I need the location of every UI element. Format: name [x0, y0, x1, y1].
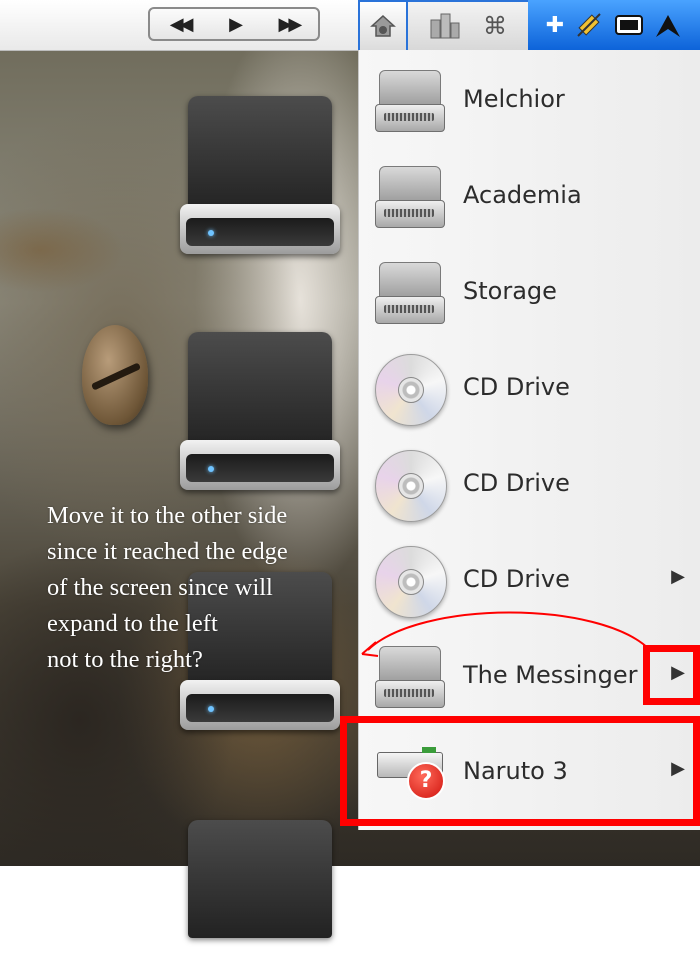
- annotation-line: not to the right?: [47, 646, 203, 673]
- menu-item-label: Academia: [463, 181, 582, 209]
- peak-icon[interactable]: [654, 11, 682, 39]
- menu-item-cd-drive[interactable]: CD Drive ▶: [359, 532, 700, 628]
- menu-item-cd-drive[interactable]: CD Drive: [359, 436, 700, 532]
- highlight-box-naruto: [340, 716, 700, 826]
- plus-icon[interactable]: ✚: [546, 13, 564, 38]
- background-bolt: [82, 325, 148, 425]
- annotation-text: Move it to the other side since it reach…: [47, 498, 357, 678]
- desktop-drive-icon[interactable]: [180, 332, 340, 492]
- hard-drive-icon: [375, 64, 447, 136]
- cd-drive-icon: [375, 544, 447, 618]
- dock-tabs: ⌘ ✚: [358, 0, 700, 50]
- rewind-button[interactable]: ◀◀: [170, 14, 194, 35]
- menu-item-label: Storage: [463, 277, 557, 305]
- highlight-box-arrow: [643, 645, 700, 705]
- desktop-drive-icon[interactable]: [180, 96, 340, 256]
- hard-drive-icon: [375, 256, 447, 328]
- menu-item-label: The Messinger: [463, 661, 638, 689]
- buildings-icon: [430, 13, 460, 39]
- annotation-line: since it reached the edge: [47, 538, 288, 565]
- menu-item-label: CD Drive: [463, 565, 570, 593]
- tab-apps[interactable]: ⌘: [408, 0, 528, 50]
- home-icon: [370, 14, 396, 37]
- menu-item-cd-drive[interactable]: CD Drive: [359, 340, 700, 436]
- annotation-line: of the screen since will: [47, 574, 273, 601]
- drives-menu: Melchior Academia Storage CD Drive CD Dr…: [358, 50, 700, 830]
- annotation-line: expand to the left: [47, 610, 218, 637]
- menu-item-academia[interactable]: Academia: [359, 148, 700, 244]
- menu-item-melchior[interactable]: Melchior: [359, 52, 700, 148]
- hard-drive-icon: [375, 160, 447, 232]
- annotation-line: Move it to the other side: [47, 502, 288, 529]
- tab-tools: ✚: [528, 0, 700, 50]
- submenu-arrow-icon[interactable]: ▶: [671, 566, 685, 587]
- play-button[interactable]: ▶: [229, 14, 243, 35]
- command-icon[interactable]: ⌘: [483, 12, 507, 40]
- display-icon[interactable]: [614, 13, 644, 37]
- cd-drive-icon: [375, 448, 447, 522]
- top-menubar: ◀◀ ▶ ▶▶ ⌘ ✚: [0, 0, 700, 51]
- media-controls: ◀◀ ▶ ▶▶: [148, 7, 320, 41]
- cd-drive-icon: [375, 352, 447, 426]
- menu-item-label: CD Drive: [463, 469, 570, 497]
- hard-drive-icon: [375, 640, 447, 712]
- menu-item-storage[interactable]: Storage: [359, 244, 700, 340]
- fast-forward-button[interactable]: ▶▶: [279, 14, 303, 35]
- desktop-drive-icon[interactable]: [180, 820, 340, 980]
- tab-home[interactable]: [358, 0, 408, 50]
- menu-item-label: Melchior: [463, 85, 565, 113]
- menu-item-label: CD Drive: [463, 373, 570, 401]
- satellite-icon[interactable]: [574, 10, 604, 40]
